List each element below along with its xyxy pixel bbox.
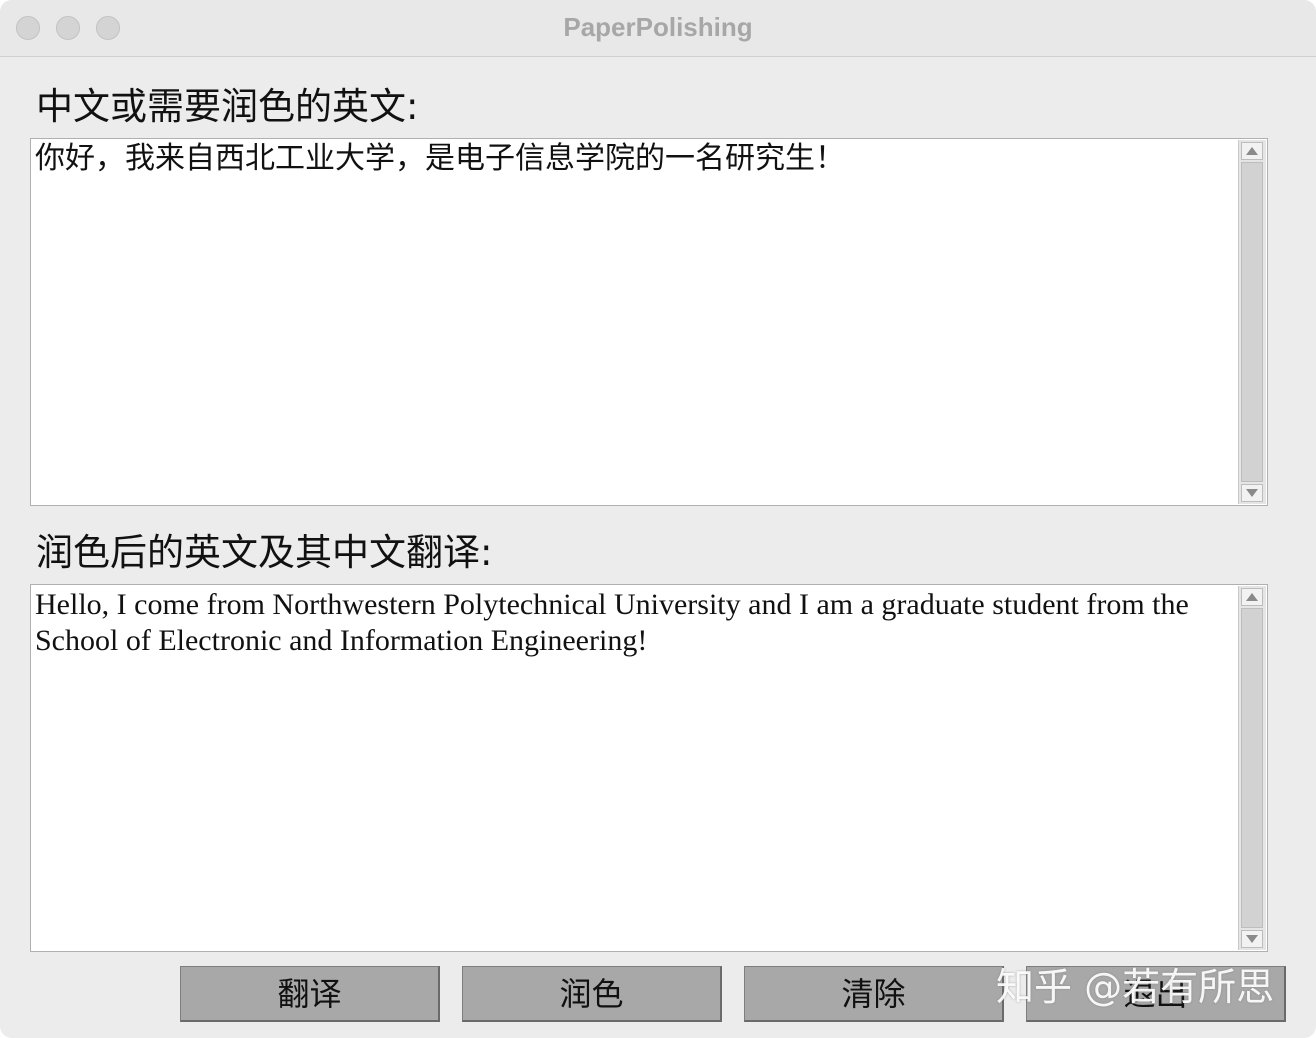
scroll-down-arrow-icon[interactable] [1241,930,1263,948]
scroll-up-arrow-icon[interactable] [1241,142,1263,160]
input-text[interactable]: 你好，我来自西北工业大学，是电子信息学院的一名研究生！ [35,141,1233,505]
scroll-down-arrow-icon[interactable] [1241,484,1263,502]
scroll-thumb[interactable] [1241,608,1263,928]
scroll-thumb[interactable] [1241,162,1263,482]
output-scrollbar[interactable] [1238,586,1266,950]
exit-button[interactable]: 退出 [1026,966,1286,1022]
input-scrollbar[interactable] [1238,140,1266,504]
app-window: PaperPolishing 中文或需要润色的英文: 你好，我来自西北工业大学，… [0,0,1316,1038]
input-textbox[interactable]: 你好，我来自西北工业大学，是电子信息学院的一名研究生！ [30,138,1268,506]
translate-button[interactable]: 翻译 [180,966,440,1022]
title-bar[interactable]: PaperPolishing [0,0,1316,57]
input-label: 中文或需要润色的英文: [36,85,419,128]
output-text[interactable]: Hello, I come from Northwestern Polytech… [35,587,1233,951]
scroll-up-arrow-icon[interactable] [1241,588,1263,606]
clear-button[interactable]: 清除 [744,966,1004,1022]
output-label: 润色后的英文及其中文翻译: [36,531,493,574]
window-title: PaperPolishing [563,12,753,42]
polish-button[interactable]: 润色 [462,966,722,1022]
output-textbox[interactable]: Hello, I come from Northwestern Polytech… [30,584,1268,952]
